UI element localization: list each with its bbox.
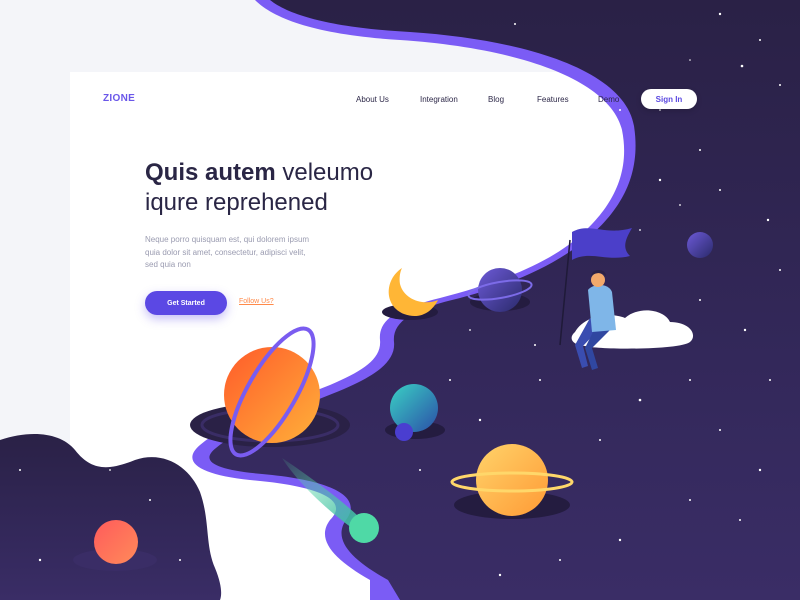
brand-logo[interactable]: ZIONE [103,93,135,104]
hero-title-bold: Quis autem [145,159,276,186]
sign-in-button[interactable]: Sign In [641,89,697,109]
top-nav: ZIONE About Us Integration Blog Features… [0,89,800,111]
nav-link-features[interactable]: Features [537,95,569,104]
hero-description: Neque porro quisquam est, qui dolorem ip… [145,235,310,269]
hero-title-line2: iqure reprehened [145,189,328,216]
tiny-planet-top-right [687,232,713,258]
nav-link-demo[interactable]: Demo [598,95,619,104]
hero-title-line1-rest: veleumo [275,159,374,186]
nav-link-about-us[interactable]: About Us [356,95,389,104]
follow-us-link[interactable]: Follow Us? [239,298,274,305]
nav-link-integration[interactable]: Integration [420,95,458,104]
get-started-button[interactable]: Get Started [145,291,227,315]
nav-link-blog[interactable]: Blog [488,95,504,104]
hero-title: Quis autem veleumo iqure reprehened [145,158,405,218]
